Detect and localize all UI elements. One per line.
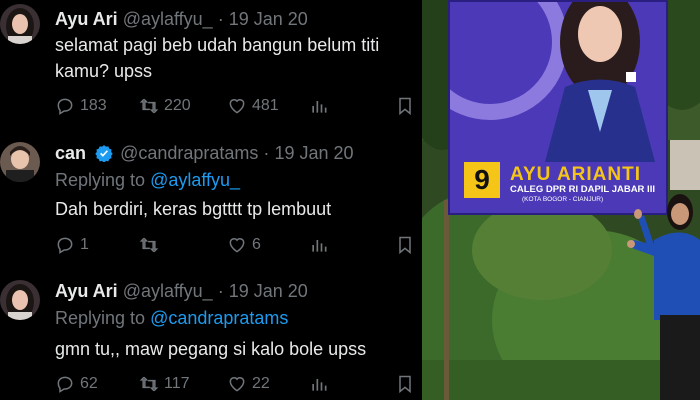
person-standing <box>627 194 700 400</box>
replying-to: Replying to @aylaffyu_ <box>55 169 240 191</box>
analytics-icon <box>312 379 327 391</box>
user-handle[interactable]: @candrapratams <box>120 143 258 163</box>
like-button[interactable]: 6 <box>227 233 261 257</box>
reply-count: 62 <box>80 375 98 392</box>
tweet-actions: 1 6 <box>55 233 415 257</box>
mention-link[interactable]: @candrapratams <box>150 308 288 328</box>
mention-link[interactable]: @aylaffyu_ <box>150 170 240 190</box>
reply-icon <box>57 237 73 254</box>
tweet-thread: Ayu Ari @aylaffyu_ · 19 Jan 20 selamat p… <box>0 0 422 400</box>
retweet-icon <box>139 376 159 392</box>
retweet-count: 220 <box>164 97 191 114</box>
retweet-count: 117 <box>164 375 190 392</box>
retweet-button[interactable]: 117 <box>139 372 190 396</box>
like-count: 6 <box>252 236 261 253</box>
avatar[interactable] <box>0 142 40 182</box>
user-handle[interactable]: @aylaffyu_ <box>123 9 213 29</box>
tweet-text-line: selamat pagi beb udah bangun belum titi <box>55 35 380 55</box>
tweet-header: can @candrapratams · 19 Jan 20 <box>55 142 354 164</box>
reply-button[interactable]: 1 <box>55 233 89 257</box>
bookmark-button[interactable] <box>395 372 415 396</box>
replying-to-label: Replying to <box>55 308 146 328</box>
like-button[interactable]: 22 <box>227 372 270 396</box>
reply-count: 183 <box>80 97 107 114</box>
bookmark-icon <box>399 97 411 116</box>
reply-icon <box>57 98 73 115</box>
display-name[interactable]: can <box>55 143 86 163</box>
retweet-button[interactable]: 220 <box>139 94 191 118</box>
bookmark-icon <box>399 375 411 394</box>
avatar[interactable] <box>0 280 40 320</box>
separator-dot: · <box>263 143 270 163</box>
tweet-text: Dah berdiri, keras bgtttt tp lembuut <box>55 196 422 222</box>
tweet-header: Ayu Ari @aylaffyu_ · 19 Jan 20 <box>55 280 308 302</box>
analytics-button[interactable] <box>309 372 329 396</box>
like-count: 22 <box>252 375 270 392</box>
avatar[interactable] <box>0 4 40 44</box>
tweet-text: selamat pagi beb udah bangun belum titi … <box>55 32 422 84</box>
separator-dot: · <box>217 9 224 29</box>
like-count: 481 <box>252 97 279 114</box>
replying-to: Replying to @candrapratams <box>55 307 288 329</box>
reply-icon <box>57 376 73 393</box>
bookmark-button[interactable] <box>395 94 415 118</box>
analytics-icon <box>312 240 327 252</box>
tweet-date[interactable]: 19 Jan 20 <box>229 9 308 29</box>
replying-to-label: Replying to <box>55 170 146 190</box>
tweet-text-line: kamu? upss <box>55 61 153 81</box>
tweet-actions: 62 117 22 <box>55 372 415 396</box>
bookmark-icon <box>399 236 411 255</box>
bookmark-button[interactable] <box>395 233 415 257</box>
like-button[interactable]: 481 <box>227 94 279 118</box>
tweet-text-line: Dah berdiri, keras bgtttt tp lembuut <box>55 199 332 219</box>
user-handle[interactable]: @aylaffyu_ <box>123 281 213 301</box>
tweet-text: gmn tu,, maw pegang si kalo bole upss <box>55 336 422 362</box>
tweet-actions: 183 220 481 <box>55 94 415 118</box>
analytics-button[interactable] <box>309 94 329 118</box>
analytics-icon <box>312 101 327 113</box>
tweet-date[interactable]: 19 Jan 20 <box>274 143 353 163</box>
retweet-icon <box>139 98 159 114</box>
reply-button[interactable]: 183 <box>55 94 107 118</box>
campaign-banner-photo: 9 AYU ARIANTI CALEG DPR RI DAPIL JABAR I… <box>422 0 700 400</box>
heart-icon <box>229 99 245 114</box>
display-name[interactable]: Ayu Ari <box>55 9 118 29</box>
tweet-date[interactable]: 19 Jan 20 <box>229 281 308 301</box>
heart-icon <box>229 377 245 392</box>
heart-icon <box>229 238 245 253</box>
analytics-button[interactable] <box>309 233 329 257</box>
tweet-text-line: gmn tu,, maw pegang si kalo bole upss <box>55 339 367 359</box>
reply-count: 1 <box>80 236 89 253</box>
separator-dot: · <box>217 281 224 301</box>
display-name[interactable]: Ayu Ari <box>55 281 118 301</box>
verified-badge-icon <box>95 145 113 162</box>
retweet-button[interactable] <box>139 233 164 257</box>
reply-button[interactable]: 62 <box>55 372 98 396</box>
tweet-header: Ayu Ari @aylaffyu_ · 19 Jan 20 <box>55 8 308 30</box>
retweet-icon <box>139 237 159 253</box>
